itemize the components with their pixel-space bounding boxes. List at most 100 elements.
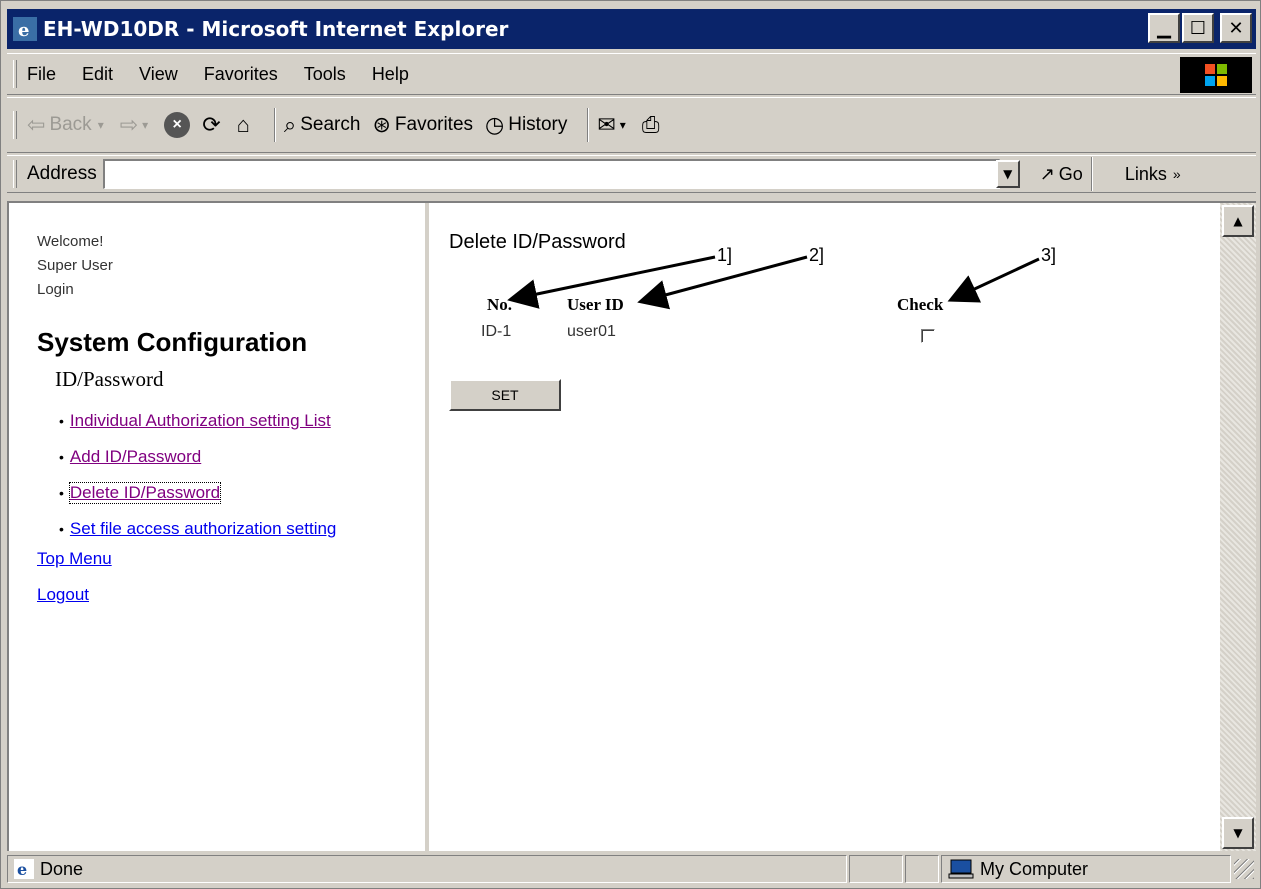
refresh-button[interactable]: ⟳ [202, 112, 224, 138]
title-bar: e EH-WD10DR - Microsoft Internet Explore… [7, 9, 1256, 49]
nav-link-delete-id-password[interactable]: Delete ID/Password [68, 482, 222, 504]
status-pane-security [905, 855, 939, 883]
addressbar-grip[interactable] [13, 160, 17, 188]
scroll-up-button[interactable]: ▲ [1222, 205, 1254, 237]
search-button[interactable]: ⌕ Search [284, 112, 361, 138]
chevron-down-icon: ▾ [619, 118, 626, 132]
go-label: Go [1058, 163, 1083, 184]
login-text: Login [37, 281, 74, 298]
chevron-right-icon: » [1172, 166, 1181, 182]
printer-icon: ⎙ [641, 112, 660, 137]
links-label: Links [1124, 163, 1167, 184]
menu-tools[interactable]: Tools [304, 64, 346, 85]
column-header-no: No. [487, 295, 513, 314]
window-title: EH-WD10DR - Microsoft Internet Explorer [43, 17, 509, 41]
column-header-user-id: User ID [567, 295, 624, 314]
history-button[interactable]: ◷ History [485, 112, 567, 138]
status-text: Done [40, 858, 84, 879]
column-header-check: Check [897, 295, 944, 314]
top-menu-link[interactable]: Top Menu [37, 549, 112, 569]
menu-view[interactable]: View [139, 64, 178, 85]
resize-grip[interactable] [1234, 859, 1254, 879]
menu-bar: File Edit View Favorites Tools Help [7, 53, 1256, 95]
favorites-button[interactable]: ⊛ Favorites [372, 112, 473, 138]
row-no-cell: ID-1 [481, 323, 512, 340]
menu-help[interactable]: Help [372, 64, 409, 85]
go-arrow-icon: ↗ [1039, 163, 1055, 184]
windows-logo-icon [1180, 57, 1252, 93]
computer-icon [948, 859, 974, 879]
set-button[interactable]: SET [449, 379, 561, 411]
history-icon: ◷ [485, 112, 505, 137]
left-nav-frame: Welcome! Super User Login System Configu… [9, 203, 429, 851]
status-zone-text: My Computer [980, 858, 1089, 879]
system-configuration-heading: System Configuration [37, 327, 308, 357]
menu-edit[interactable]: Edit [82, 64, 113, 85]
address-input[interactable] [102, 159, 1000, 189]
refresh-icon: ⟳ [202, 112, 221, 137]
logout-link[interactable]: Logout [37, 585, 89, 605]
page-title: Delete ID/Password [449, 231, 626, 253]
favorites-label: Favorites [394, 114, 474, 135]
favorites-icon: ⊛ [372, 112, 391, 137]
svg-text:e: e [17, 860, 27, 879]
bullet-icon: • [59, 413, 64, 429]
callout-2: 2] [809, 245, 825, 265]
page-content: Welcome! Super User Login System Configu… [7, 201, 1256, 851]
callout-arrow-3 [947, 257, 1040, 303]
links-button[interactable]: Links » [1125, 164, 1185, 185]
back-label: Back [49, 114, 92, 135]
svg-text:e: e [18, 20, 29, 41]
home-button[interactable]: ⌂ [237, 112, 254, 138]
search-label: Search [300, 114, 361, 135]
ie-logo-icon: e [13, 17, 37, 41]
id-password-heading: ID/Password [55, 367, 164, 391]
maximize-button[interactable]: ☐ [1182, 13, 1214, 43]
callout-1: 1] [717, 245, 733, 265]
address-label: Address [27, 163, 97, 184]
nav-item: • Add ID/Password [59, 439, 336, 475]
print-button[interactable]: ⎙ [642, 112, 664, 138]
status-bar: e Done My Computer [7, 853, 1256, 885]
nav-link-authorization-list[interactable]: Individual Authorization setting List [70, 411, 331, 431]
forward-arrow-icon: ⇨ [119, 112, 139, 137]
callout-3: 3] [1041, 245, 1057, 265]
mail-button[interactable]: ✉ ▾ [597, 112, 629, 138]
browser-window: e EH-WD10DR - Microsoft Internet Explore… [0, 0, 1261, 889]
status-text-pane: e Done [7, 855, 847, 883]
menubar-grip[interactable] [13, 60, 17, 88]
toolbar-separator [273, 108, 276, 142]
go-button[interactable]: ↗ Go [1040, 164, 1083, 185]
home-icon: ⌂ [236, 112, 250, 137]
vertical-scrollbar[interactable]: ▲ ▼ [1220, 203, 1256, 851]
scroll-down-button[interactable]: ▼ [1222, 817, 1254, 849]
nav-item: • Set file access authorization setting [59, 511, 336, 547]
nav-link-add-id-password[interactable]: Add ID/Password [70, 447, 201, 467]
menu-file[interactable]: File [27, 64, 56, 85]
bullet-icon: • [59, 521, 64, 537]
nav-item: • Individual Authorization setting List [59, 403, 336, 439]
search-icon: ⌕ [283, 112, 297, 137]
toolbar-separator [1090, 157, 1093, 191]
welcome-text: Welcome! [37, 233, 104, 250]
status-zone-pane: My Computer [941, 855, 1231, 883]
close-button[interactable]: ✕ [1220, 13, 1252, 43]
stop-icon: × [164, 112, 191, 138]
stop-button[interactable]: × [164, 112, 191, 138]
chevron-down-icon: ▾ [97, 118, 104, 132]
menu-favorites[interactable]: Favorites [204, 64, 278, 85]
delete-checkbox[interactable] [921, 329, 935, 343]
history-label: History [508, 114, 568, 135]
row-user-id-cell: user01 [567, 323, 616, 340]
nav-list: • Individual Authorization setting List •… [59, 403, 336, 547]
mail-icon: ✉ [597, 112, 616, 137]
minimize-button[interactable]: ▁ [1148, 13, 1180, 43]
forward-button[interactable]: ⇨ ▾ [120, 112, 152, 138]
nav-link-file-access-setting[interactable]: Set file access authorization setting [70, 519, 336, 539]
toolbar-grip[interactable] [13, 111, 17, 139]
address-dropdown-button[interactable]: ▼ [995, 160, 1020, 188]
back-button[interactable]: ⇦ Back ▾ [27, 112, 108, 138]
main-frame: Delete ID/Password No. User ID Check ID-… [433, 203, 1220, 851]
nav-item: • Delete ID/Password [59, 475, 336, 511]
ie-page-icon: e [14, 859, 34, 879]
